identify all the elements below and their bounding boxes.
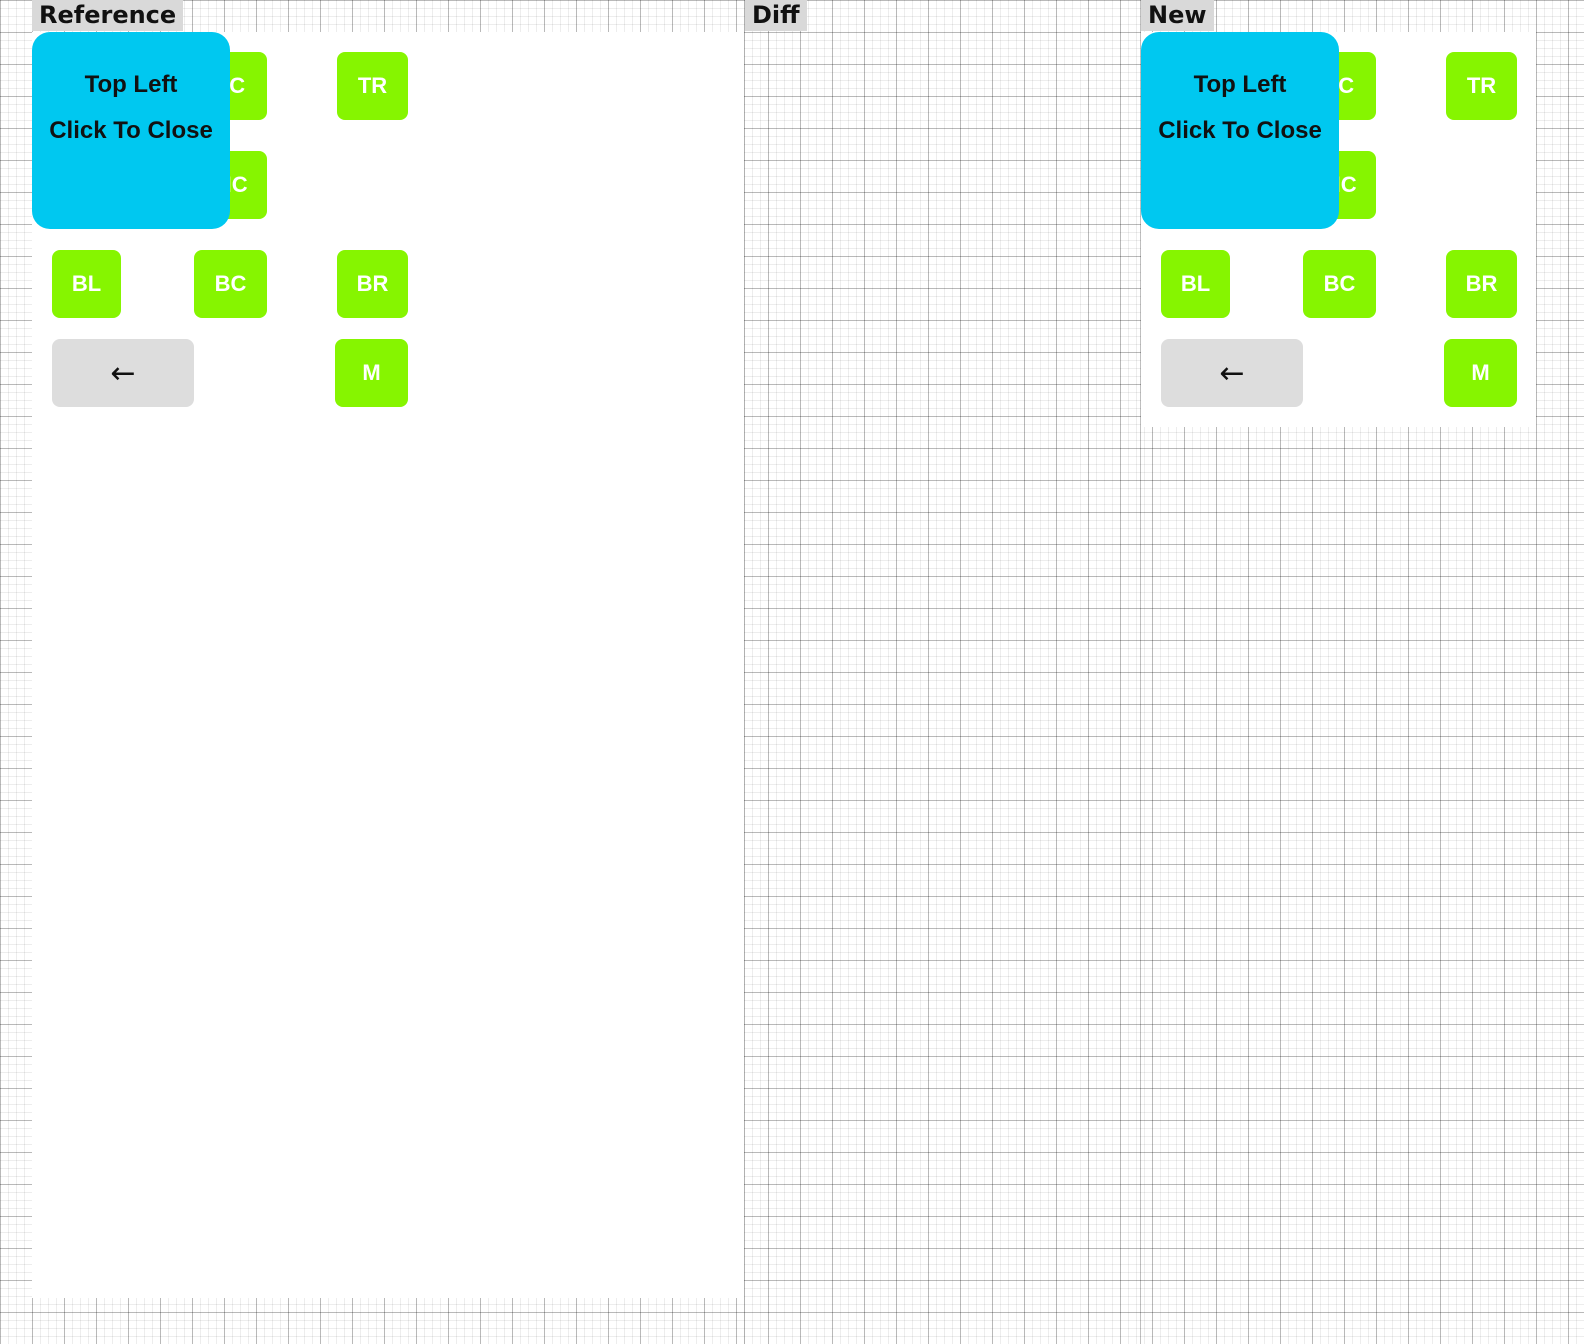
left-arrow-icon: ← — [110, 355, 136, 391]
left-arrow-icon: ← — [1219, 355, 1245, 391]
popup-close-text[interactable]: Click To Close — [1141, 117, 1339, 145]
bottom-right-button[interactable]: BR — [337, 250, 408, 318]
bottom-left-button[interactable]: BL — [52, 250, 121, 318]
top-right-button[interactable]: TR — [337, 52, 408, 120]
new-label: New — [1141, 0, 1214, 31]
reference-screen: TC TR MC BL BC BR ← M Top Left Click To … — [32, 32, 744, 1298]
back-button[interactable]: ← — [52, 339, 194, 407]
reference-label: Reference — [32, 0, 184, 31]
top-left-popup[interactable]: Top Left Click To Close — [32, 32, 230, 229]
popup-close-text[interactable]: Click To Close — [32, 117, 230, 145]
bottom-center-button[interactable]: BC — [1303, 250, 1376, 318]
top-left-popup[interactable]: Top Left Click To Close — [1141, 32, 1339, 229]
panel-divider — [744, 0, 745, 1344]
popup-title: Top Left — [84, 71, 178, 98]
popup-title: Top Left — [1193, 71, 1287, 98]
top-right-button[interactable]: TR — [1446, 52, 1517, 120]
menu-button[interactable]: M — [335, 339, 408, 407]
back-button[interactable]: ← — [1161, 339, 1303, 407]
diff-label: Diff — [745, 0, 807, 31]
bottom-center-button[interactable]: BC — [194, 250, 267, 318]
bottom-left-button[interactable]: BL — [1161, 250, 1230, 318]
new-screen: TC TR MC BL BC BR ← M Top Left Click To … — [1141, 32, 1536, 427]
bottom-right-button[interactable]: BR — [1446, 250, 1517, 318]
menu-button[interactable]: M — [1444, 339, 1517, 407]
